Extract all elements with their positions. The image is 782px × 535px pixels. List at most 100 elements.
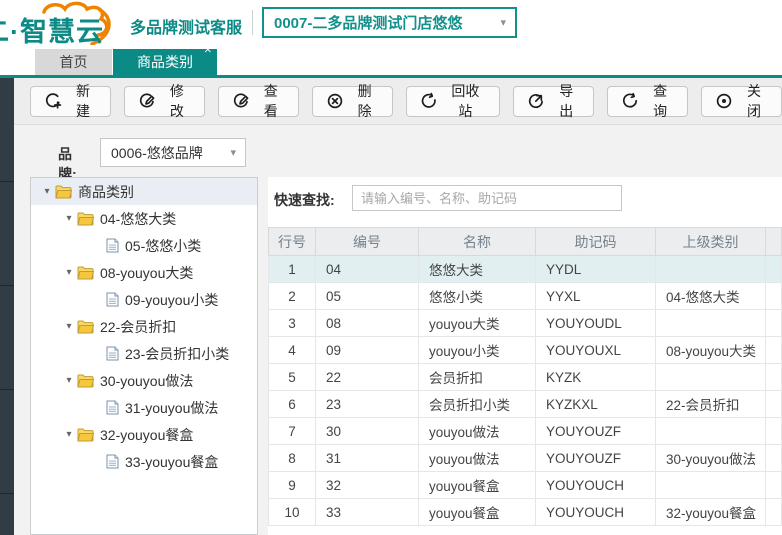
table-cell: 6 xyxy=(269,391,316,418)
query-button[interactable]: 查询 xyxy=(607,86,688,117)
tree-item-label: 04-悠悠大类 xyxy=(100,209,176,229)
new-button[interactable]: 新建 xyxy=(30,86,111,117)
tree-item[interactable]: ▾ 30-youyou做法 xyxy=(31,367,257,394)
document-icon xyxy=(106,238,119,253)
table-cell: 09 xyxy=(316,337,419,364)
chevron-down-icon: ▾ xyxy=(230,146,245,159)
delete-button[interactable]: 删除 xyxy=(312,86,393,117)
tree-item[interactable]: 09-youyou小类 xyxy=(31,286,257,313)
table-cell: YYXL xyxy=(536,283,656,310)
tree-item-label: 05-悠悠小类 xyxy=(125,236,201,256)
folder-icon xyxy=(77,374,94,388)
table-cell: 30 xyxy=(316,418,419,445)
circle-edit-icon xyxy=(138,92,156,110)
tab-product-category[interactable]: 商品类别 ✕ xyxy=(113,49,217,75)
tree-item[interactable]: 31-youyou做法 xyxy=(31,394,257,421)
table-cell: 22-会员折扣 xyxy=(656,391,766,418)
tab-close-icon[interactable]: ✕ xyxy=(204,44,212,58)
table-cell: 31 xyxy=(316,445,419,472)
table-cell: 08 xyxy=(316,310,419,337)
document-icon xyxy=(106,292,119,307)
caret-down-icon[interactable]: ▾ xyxy=(61,267,77,278)
table-cell: 会员折扣小类 xyxy=(419,391,536,418)
tree-item[interactable]: ▾商品类别 xyxy=(31,178,257,205)
store-selector[interactable]: 0007-二多品牌测试门店悠悠 ▾ xyxy=(262,7,517,38)
circle-x-icon xyxy=(326,92,344,110)
table-cell: 04 xyxy=(316,256,419,283)
view-button[interactable]: 查看 xyxy=(218,86,299,117)
tree-item[interactable]: 33-youyou餐盒 xyxy=(31,448,257,475)
refresh-icon xyxy=(621,92,639,110)
folder-icon xyxy=(55,185,72,199)
caret-down-icon[interactable]: ▾ xyxy=(61,429,77,440)
table-row[interactable]: 104悠悠大类YYDL xyxy=(269,256,782,283)
table-cell: 悠悠小类 xyxy=(419,283,536,310)
table-cell xyxy=(656,256,766,283)
tree-item[interactable]: ▾ 04-悠悠大类 xyxy=(31,205,257,232)
modify-button[interactable]: 修改 xyxy=(124,86,205,117)
table-row[interactable]: 730youyou做法YOUYOUZF xyxy=(269,418,782,445)
table-cell: 04-悠悠大类 xyxy=(656,283,766,310)
table-cell: 10 xyxy=(269,499,316,526)
tree-item[interactable]: ▾32-youyou餐盒 xyxy=(31,421,257,448)
quick-search-label: 快速查找: xyxy=(274,190,335,210)
tree-item[interactable]: 05-悠悠小类 xyxy=(31,232,257,259)
table-cell: 08-youyou大类 xyxy=(656,337,766,364)
folder-icon xyxy=(77,320,94,334)
tree-item-label: 30-youyou做法 xyxy=(100,371,193,391)
table-cell: youyou餐盒 xyxy=(419,472,536,499)
tab-home[interactable]: 首页 xyxy=(35,49,112,75)
toolbar-button-label: 回收站 xyxy=(445,81,487,121)
tree-item-label: 23-会员折扣小类 xyxy=(125,344,229,364)
table-cell-spacer xyxy=(766,337,782,364)
toolbar-button-label: 删除 xyxy=(351,81,379,121)
table-row[interactable]: 409youyou小类YOUYOUXL08-youyou大类 xyxy=(269,337,782,364)
table-cell-spacer xyxy=(766,472,782,499)
toolbar-button-label: 关闭 xyxy=(740,81,768,121)
column-header-spacer xyxy=(766,228,782,256)
tree-item[interactable]: 23-会员折扣小类 xyxy=(31,340,257,367)
caret-down-icon[interactable]: ▾ xyxy=(61,375,77,386)
table-cell: YOUYOUCH xyxy=(536,472,656,499)
table-row[interactable]: 308youyou大类YOUYOUDL xyxy=(269,310,782,337)
tree-item[interactable]: ▾08-youyou大类 xyxy=(31,259,257,286)
table-cell: 30-youyou做法 xyxy=(656,445,766,472)
collapsed-side-rail[interactable] xyxy=(0,78,14,535)
recycle-button[interactable]: 回收站 xyxy=(406,86,501,117)
tree-item-label: 31-youyou做法 xyxy=(125,398,218,418)
brand-selector[interactable]: 0006-悠悠品牌 ▾ xyxy=(100,138,246,167)
table-row[interactable]: 522会员折扣KYZK xyxy=(269,364,782,391)
table-cell: YYDL xyxy=(536,256,656,283)
table-cell: YOUYOUZF xyxy=(536,445,656,472)
close-button[interactable]: 关闭 xyxy=(701,86,782,117)
circle-view-icon xyxy=(232,92,250,110)
folder-icon xyxy=(77,212,94,226)
tree-item[interactable]: ▾22-会员折扣 xyxy=(31,313,257,340)
quick-search-input[interactable] xyxy=(352,185,622,211)
category-table: 行号编号名称助记码上级类别 104悠悠大类YYDL205悠悠小类YYXL04-悠… xyxy=(268,227,782,526)
table-cell: 4 xyxy=(269,337,316,364)
table-cell: 8 xyxy=(269,445,316,472)
table-cell-spacer xyxy=(766,391,782,418)
table-cell: YOUYOUXL xyxy=(536,337,656,364)
export-button[interactable]: 导出 xyxy=(513,86,594,117)
table-row[interactable]: 831youyou做法YOUYOUZF30-youyou做法 xyxy=(269,445,782,472)
caret-down-icon[interactable]: ▾ xyxy=(39,186,55,197)
table-row[interactable]: 623会员折扣小类KYZKXL22-会员折扣 xyxy=(269,391,782,418)
table-row[interactable]: 932youyou餐盒YOUYOUCH xyxy=(269,472,782,499)
table-row[interactable]: 205悠悠小类YYXL04-悠悠大类 xyxy=(269,283,782,310)
circle-dot-icon xyxy=(715,92,733,110)
table-cell xyxy=(656,472,766,499)
tab-bar: 首页 商品类别 ✕ xyxy=(0,45,782,75)
table-cell-spacer xyxy=(766,364,782,391)
table-cell: YOUYOUZF xyxy=(536,418,656,445)
folder-icon xyxy=(77,266,94,280)
table-cell: 23 xyxy=(316,391,419,418)
table-cell: 05 xyxy=(316,283,419,310)
tree-item-label: 09-youyou小类 xyxy=(125,290,218,310)
caret-down-icon[interactable]: ▾ xyxy=(61,213,77,224)
table-row[interactable]: 1033youyou餐盒YOUYOUCH32-youyou餐盒 xyxy=(269,499,782,526)
caret-down-icon[interactable]: ▾ xyxy=(61,321,77,332)
table-cell: youyou小类 xyxy=(419,337,536,364)
column-header: 编号 xyxy=(316,228,419,256)
